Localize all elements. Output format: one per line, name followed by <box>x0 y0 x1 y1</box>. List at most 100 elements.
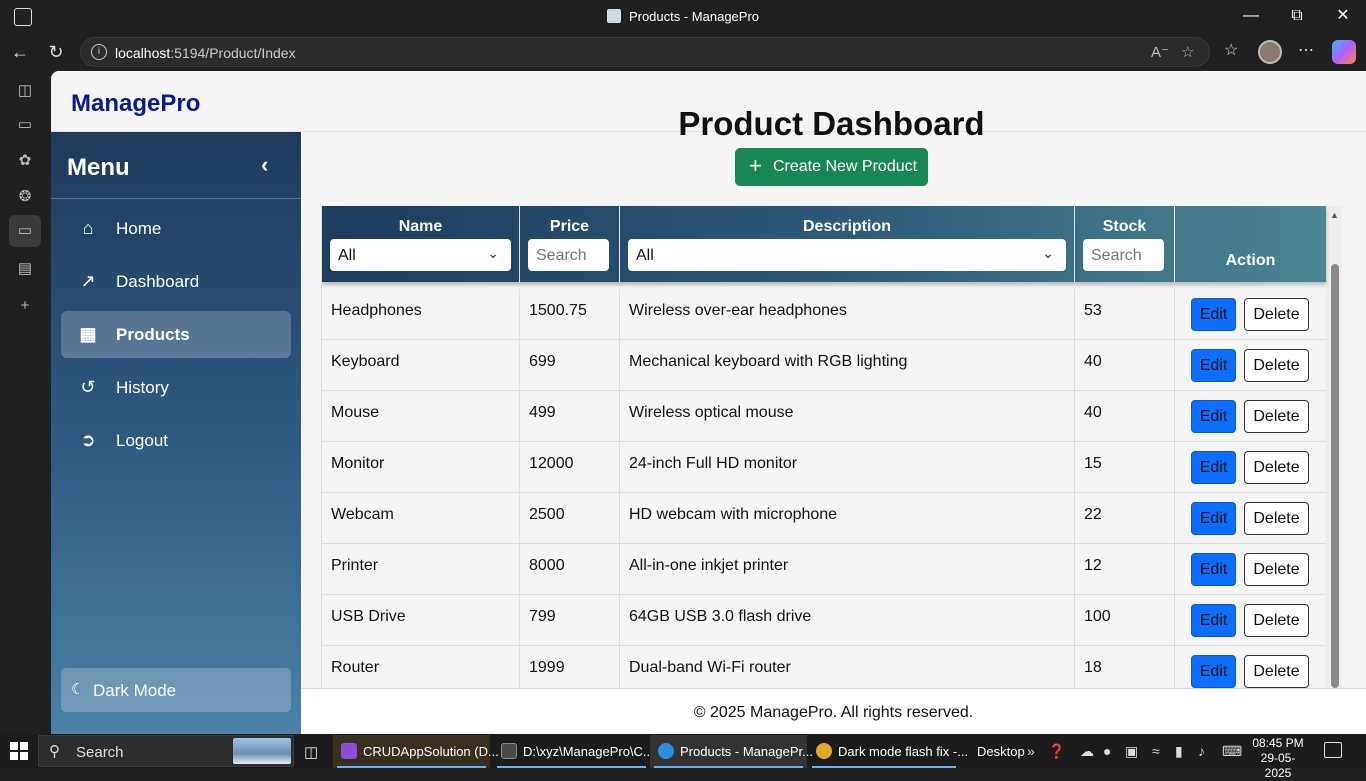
boxes-icon: ▦ <box>79 324 97 344</box>
edit-button[interactable]: Edit <box>1191 553 1236 586</box>
cell-text: Headphones <box>331 302 422 319</box>
edit-button[interactable]: Edit <box>1191 298 1236 331</box>
cell-text: 12000 <box>529 455 574 472</box>
task-view-icon[interactable]: ◫ <box>304 743 318 761</box>
delete-button[interactable]: Delete <box>1244 655 1309 688</box>
scroll-up-icon[interactable]: ▲ <box>1330 210 1339 220</box>
column-name: Name All ⌄ <box>322 206 520 282</box>
edit-button[interactable]: Edit <box>1191 349 1236 382</box>
taskbar-search-box[interactable]: ⚲ Search <box>38 735 294 767</box>
more-options-icon[interactable]: ⋯ <box>1298 40 1314 60</box>
cell-text: 8000 <box>529 557 565 574</box>
favorites-icon[interactable]: ☆ <box>1224 40 1238 60</box>
taskbar-app-edge[interactable]: Products - ManagePr... <box>650 735 813 768</box>
copilot-icon[interactable] <box>1332 40 1356 64</box>
notification-icon[interactable] <box>1324 742 1342 758</box>
description-filter-select[interactable]: All ⌄ <box>628 239 1066 271</box>
windows-start-icon[interactable] <box>10 742 28 760</box>
cloud-icon[interactable]: ☁ <box>1080 743 1094 760</box>
delete-button[interactable]: Delete <box>1244 349 1309 382</box>
sidebar-divider <box>51 198 301 199</box>
dark-mode-toggle[interactable]: ☾ Dark Mode <box>61 668 291 712</box>
tab-icon[interactable]: ▭ <box>15 115 35 135</box>
close-icon[interactable]: ✕ <box>1320 6 1366 28</box>
edge-icon <box>658 743 674 759</box>
favorite-star-icon[interactable]: ☆ <box>1181 43 1194 61</box>
show-more-icon[interactable]: » <box>1027 743 1035 759</box>
battery-icon[interactable]: ▮ <box>1175 743 1183 760</box>
delete-button[interactable]: Delete <box>1244 553 1309 586</box>
taskbar-app-visual-studio[interactable]: CRUDAppSolution (D... <box>333 735 499 768</box>
windows-taskbar: ⚲ Search ◫ CRUDAppSolution (D... D:\xyz\… <box>0 734 1366 780</box>
cell-text: 40 <box>1084 404 1102 421</box>
maximize-icon[interactable]: ⧉ <box>1274 6 1320 28</box>
active-tab-icon[interactable]: ▭ <box>9 215 41 247</box>
price-search-input[interactable]: Search <box>528 239 609 271</box>
edit-button[interactable]: Edit <box>1191 400 1236 433</box>
chart-line-icon: ↗ <box>80 271 96 291</box>
collapse-sidebar-icon[interactable]: ‹ <box>261 152 268 178</box>
edit-button[interactable]: Edit <box>1191 451 1236 484</box>
address-input[interactable]: i localhost:5194/Product/Index A⁻ ☆ <box>80 37 1210 67</box>
cell-text: Keyboard <box>331 353 400 370</box>
new-tab-icon[interactable]: + <box>15 297 35 317</box>
cell-action: Edit Delete <box>1175 493 1326 544</box>
footer-text: © 2025 ManagePro. All rights reserved. <box>693 704 974 721</box>
name-filter-select[interactable]: All ⌄ <box>330 239 511 271</box>
search-icon: ⚲ <box>49 743 60 760</box>
minimize-icon[interactable]: — <box>1228 6 1274 28</box>
cell-text: 15 <box>1084 455 1102 472</box>
table-row: Keyboard 699 Mechanical keyboard with RGB … <box>322 340 1326 391</box>
copilot-tab-icon[interactable]: ✿ <box>15 151 35 171</box>
refresh-icon[interactable]: ↻ <box>44 40 68 64</box>
clock-date: 29-05-2025 <box>1260 751 1296 780</box>
cell-name: USB Drive <box>322 595 520 646</box>
stock-search-input[interactable]: Search <box>1083 239 1164 271</box>
home-icon: ⌂ <box>82 218 94 238</box>
clock[interactable]: 08:45 PM 29-05-2025 <box>1248 736 1308 781</box>
table-scrollbar[interactable]: ▲ <box>1326 206 1342 688</box>
help-icon[interactable]: ❓ <box>1048 743 1065 760</box>
tab-icon[interactable]: ▤ <box>15 259 35 279</box>
column-price: Price Search <box>520 206 620 282</box>
cell-price: 699 <box>520 340 620 391</box>
back-icon[interactable]: ← <box>8 40 32 64</box>
delete-button[interactable]: Delete <box>1244 400 1309 433</box>
edit-button[interactable]: Edit <box>1191 604 1236 637</box>
app-tray-icon[interactable]: ▣ <box>1125 743 1138 760</box>
delete-button[interactable]: Delete <box>1244 604 1309 637</box>
sidebar-item-dashboard[interactable]: ↗ Dashboard <box>61 258 291 305</box>
chrome-icon <box>816 743 832 759</box>
cell-text: 1500.75 <box>529 302 587 319</box>
app-tray-icon[interactable]: ● <box>1103 743 1111 759</box>
wifi-icon[interactable]: ≈ <box>1152 743 1160 759</box>
cell-text: 1999 <box>529 659 565 676</box>
edit-button[interactable]: Edit <box>1191 655 1236 688</box>
delete-button[interactable]: Delete <box>1244 502 1309 535</box>
profile-avatar[interactable] <box>1258 40 1282 64</box>
sidebar-item-home[interactable]: ⌂ Home <box>61 205 291 252</box>
chatgpt-tab-icon[interactable]: ❂ <box>15 187 35 207</box>
scrollbar-thumb[interactable] <box>1331 264 1339 688</box>
taskbar-app-chrome[interactable]: Dark mode flash fix -... <box>808 735 968 768</box>
sidebar-item-history[interactable]: ↺ History <box>61 364 291 411</box>
cell-text: Mouse <box>331 404 380 421</box>
tab-actions-icon[interactable]: ◫ <box>15 81 35 101</box>
cell-text: 64GB USB 3.0 flash drive <box>629 608 812 625</box>
sidebar-item-logout[interactable]: ➲ Logout <box>61 417 291 464</box>
delete-button[interactable]: Delete <box>1244 451 1309 484</box>
cell-text: 53 <box>1084 302 1102 319</box>
edit-button[interactable]: Edit <box>1191 502 1236 535</box>
create-product-button[interactable]: + Create New Product <box>735 148 928 186</box>
volume-icon[interactable]: ♪ <box>1198 743 1205 759</box>
site-info-icon[interactable]: i <box>91 44 107 60</box>
sidebar-item-label: History <box>116 378 169 397</box>
search-highlight-image <box>233 738 291 764</box>
delete-button[interactable]: Delete <box>1244 298 1309 331</box>
read-aloud-icon[interactable]: A⁻ <box>1151 43 1169 61</box>
sidebar-item-products[interactable]: ▦ Products <box>61 311 291 358</box>
desktop-toolbar[interactable]: Desktop <box>977 744 1025 759</box>
brand-logo[interactable]: ManagePro <box>71 90 200 118</box>
language-icon[interactable]: ⌨ <box>1222 743 1242 760</box>
taskbar-app-console[interactable]: D:\xyz\ManagePro\C... <box>493 735 654 768</box>
